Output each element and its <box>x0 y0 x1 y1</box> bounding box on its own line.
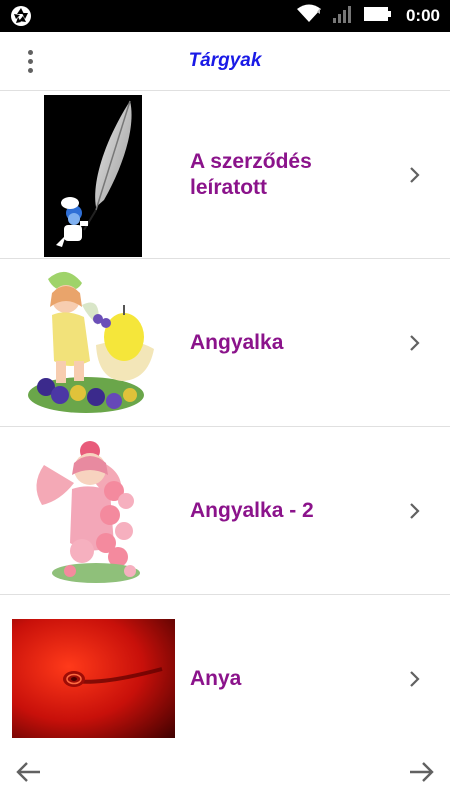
status-bar: 0:00 <box>0 0 450 32</box>
aperture-icon <box>10 5 32 27</box>
wifi-icon <box>296 4 322 29</box>
list-item-label: Anya <box>190 667 242 690</box>
signal-icon <box>332 4 354 29</box>
arrow-right-icon[interactable] <box>406 757 436 787</box>
battery-icon <box>363 6 392 27</box>
list-item[interactable]: Angyalka <box>0 259 450 427</box>
item-list: A szerződés leíratott Angyalka Angyalka … <box>0 91 450 747</box>
red-swirl-image <box>12 619 175 738</box>
bottom-nav <box>0 747 450 800</box>
list-item[interactable]: A szerződés leíratott <box>0 91 450 259</box>
pink-fairy-figurine-image <box>30 435 148 587</box>
list-item[interactable]: Anya <box>0 595 450 747</box>
chevron-right-icon <box>408 669 422 689</box>
chevron-right-icon <box>408 165 422 185</box>
fairy-candle-figurine-image <box>26 265 156 421</box>
list-item-label: Angyalka <box>190 330 284 354</box>
chevron-right-icon <box>408 501 422 521</box>
list-item-label: Angyalka - 2 <box>190 498 314 522</box>
clock-time: 0:00 <box>405 6 440 25</box>
list-item[interactable]: Angyalka - 2 <box>0 427 450 595</box>
list-item-label: A szerződés leíratott <box>190 149 312 199</box>
app-bar: Tárgyak <box>0 32 450 91</box>
chevron-right-icon <box>408 333 422 353</box>
page-title: Tárgyak <box>188 50 262 71</box>
more-vertical-icon[interactable] <box>18 48 42 74</box>
arrow-left-icon[interactable] <box>14 757 44 787</box>
feather-quill-smurf-image <box>44 95 142 257</box>
